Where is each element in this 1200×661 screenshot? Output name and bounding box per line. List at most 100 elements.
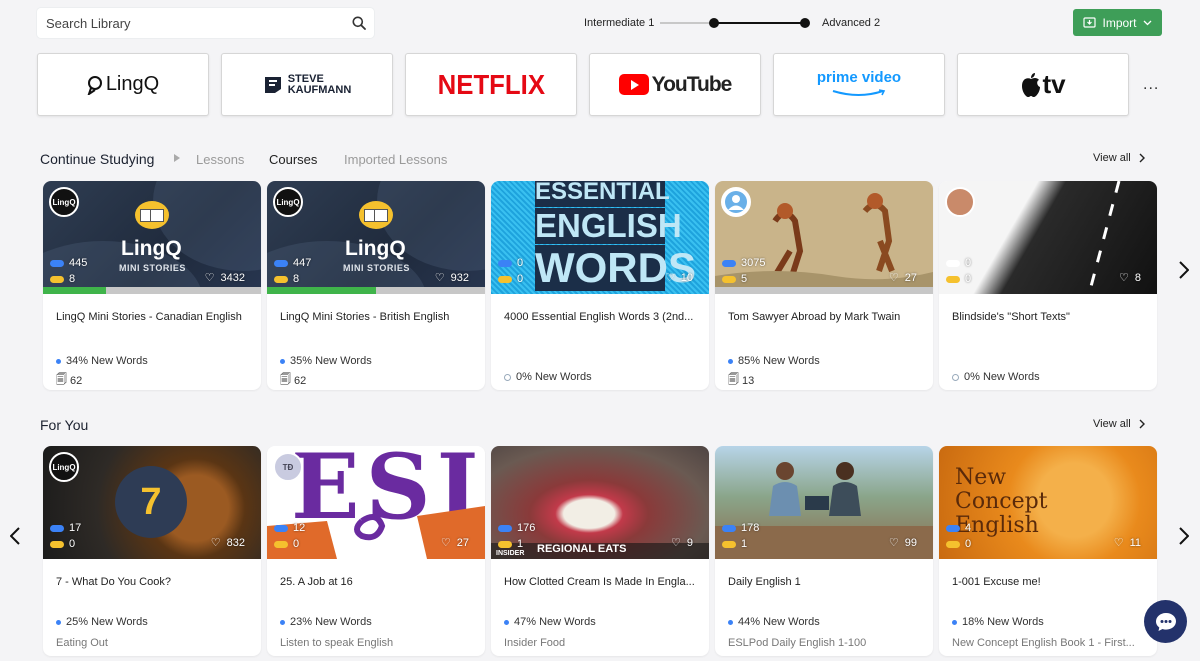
course-card[interactable]: 3075 5 ♡ 27 Tom Sawyer Abroad by Mark Twa… — [715, 181, 933, 390]
import-button[interactable]: Import — [1073, 9, 1162, 36]
course-collection[interactable]: ESLPod Daily English 1-100 — [728, 637, 918, 649]
new-words-dot-icon — [952, 619, 957, 625]
course-progress-bar — [715, 287, 933, 294]
course-title[interactable]: Blindside's "Short Texts" — [952, 311, 1147, 323]
course-card[interactable]: ESSENTIAL ENGLISH WORDS 0 0 ♡ 10 4000 Ess… — [491, 181, 709, 390]
heart-icon[interactable]: ♡ — [211, 536, 221, 549]
import-label: Import — [1102, 15, 1137, 30]
tab-courses[interactable]: Courses — [269, 152, 317, 167]
lingq-logo-text: LingQ — [121, 237, 182, 260]
course-collection[interactable]: Insider Food — [504, 637, 694, 649]
course-card[interactable]: New Concept English 4 0 ♡ 11 1-001 Excuse… — [939, 446, 1157, 656]
course-progress-fill — [43, 287, 107, 294]
course-card[interactable]: 7 LingQ 17 0 ♡ 832 7 - What Do You Cook? … — [43, 446, 261, 656]
course-title[interactable]: 7 - What Do You Cook? — [56, 576, 251, 588]
new-words-dot-icon — [280, 358, 285, 364]
course-thumbnail: 0 0 ♡ 8 — [939, 181, 1157, 294]
provider-lingq[interactable]: LingQ — [37, 53, 209, 116]
course-card[interactable]: ESL TĐ 12 0 ♡ 27 25. A Job at 16 23% New … — [267, 446, 485, 656]
continue-next-button[interactable] — [1174, 255, 1194, 285]
chevron-left-icon — [10, 527, 20, 545]
level-range-slider[interactable]: Intermediate 1 Advanced 2 — [584, 13, 884, 33]
course-card[interactable]: 0 0 ♡ 8 Blindside's "Short Texts" 0% New … — [939, 181, 1157, 390]
course-title[interactable]: Daily English 1 — [728, 576, 923, 588]
level-from-handle[interactable] — [709, 18, 719, 28]
book-icon — [359, 201, 393, 229]
heart-icon[interactable]: ♡ — [889, 271, 899, 284]
provider-apple-tv[interactable]: tv — [957, 53, 1129, 116]
heart-icon[interactable]: ♡ — [435, 271, 445, 284]
tab-imported-lessons[interactable]: Imported Lessons — [344, 152, 447, 167]
lingqs-icon — [50, 540, 64, 548]
for-you-next-button[interactable] — [1174, 521, 1194, 551]
known-words-icon — [946, 524, 960, 532]
course-collection[interactable]: New Concept English Book 1 - First... — [952, 637, 1142, 649]
known-words-icon — [722, 524, 736, 532]
chat-button[interactable] — [1144, 600, 1187, 643]
course-collection[interactable]: Eating Out — [56, 637, 246, 649]
provider-steve-kaufmann[interactable]: STEVE KAUFMANN — [221, 53, 393, 116]
more-providers-icon[interactable]: ... — [1143, 76, 1159, 94]
heart-icon[interactable]: ♡ — [1119, 271, 1129, 284]
course-card[interactable]: 178 1 ♡ 99 Daily English 1 44% New Words … — [715, 446, 933, 656]
view-all-for-you-link[interactable]: View all — [1093, 418, 1145, 430]
continue-studying-title: Continue Studying — [40, 151, 155, 167]
tab-lessons[interactable]: Lessons — [196, 152, 244, 167]
lingq-avatar: LingQ — [49, 452, 79, 482]
course-title[interactable]: LingQ Mini Stories - British English — [280, 311, 475, 323]
course-thumbnail: 3075 5 ♡ 27 — [715, 181, 933, 294]
apple-tv-logo: tv — [1020, 69, 1066, 100]
heart-icon[interactable]: ♡ — [441, 536, 451, 549]
course-title[interactable]: LingQ Mini Stories - Canadian English — [56, 311, 251, 323]
course-card[interactable]: REGIONAL EATS INSIDER 176 1 ♡ 9 How Clott… — [491, 446, 709, 656]
heart-icon[interactable]: ♡ — [665, 271, 675, 284]
level-to-handle[interactable] — [800, 18, 810, 28]
heart-icon[interactable]: ♡ — [205, 271, 215, 284]
heart-icon[interactable]: ♡ — [1114, 536, 1124, 549]
for-you-title: For You — [40, 417, 89, 433]
heart-icon[interactable]: ♡ — [889, 536, 899, 549]
level-to-label: Advanced 2 — [822, 17, 881, 29]
new-words-ring-icon — [504, 373, 511, 381]
known-words-icon — [498, 524, 512, 532]
view-all-continue-link[interactable]: View all — [1093, 152, 1145, 164]
course-card[interactable]: LingQ LingQ MINI STORIES 447 8 ♡ 932 Ling… — [267, 181, 485, 390]
provider-netflix[interactable]: NETFLIX — [405, 53, 577, 116]
course-thumbnail: ESSENTIAL ENGLISH WORDS 0 0 ♡ 10 — [491, 181, 709, 294]
for-you-prev-button[interactable] — [5, 521, 25, 551]
course-title[interactable]: How Clotted Cream Is Made In Engla... — [504, 576, 699, 588]
course-thumbnail: 7 LingQ 17 0 ♡ 832 — [43, 446, 261, 559]
course-title[interactable]: 4000 Essential English Words 3 (2nd... — [504, 311, 699, 323]
search-input[interactable] — [37, 8, 344, 38]
known-words-icon — [498, 259, 512, 267]
known-words-icon — [722, 259, 736, 267]
search-icon[interactable] — [344, 8, 374, 38]
mini-stories-text: MINI STORIES — [119, 263, 186, 273]
level-fill — [714, 22, 805, 24]
course-collection[interactable]: Listen to speak English — [280, 637, 470, 649]
course-card[interactable]: LingQ LingQ MINI STORIES 445 8 ♡ 3432 Lin… — [43, 181, 261, 390]
chevron-down-icon — [1143, 20, 1151, 25]
course-title[interactable]: 25. A Job at 16 — [280, 576, 475, 588]
known-words-icon — [50, 524, 64, 532]
lingqs-icon — [722, 275, 736, 283]
provider-prime-video[interactable]: prime video — [773, 53, 945, 116]
provider-youtube[interactable]: YouTube — [589, 53, 761, 116]
youtube-logo: YouTube — [618, 73, 732, 97]
chevron-right-icon — [1179, 261, 1189, 279]
lingqs-icon — [722, 540, 736, 548]
search-bar[interactable] — [37, 8, 374, 38]
user-avatar — [721, 187, 751, 217]
known-words-icon — [274, 524, 288, 532]
lingqs-icon — [274, 540, 288, 548]
course-title[interactable]: 1-001 Excuse me! — [952, 576, 1147, 588]
mini-stories-text: MINI STORIES — [343, 263, 410, 273]
user-avatar: TĐ — [273, 452, 303, 482]
new-words-ring-icon — [952, 373, 959, 381]
heart-icon[interactable]: ♡ — [671, 536, 681, 549]
new-words-dot-icon — [504, 619, 509, 625]
lingqs-icon — [498, 540, 512, 548]
lessons-icon: 🗐 — [56, 374, 67, 386]
course-title[interactable]: Tom Sawyer Abroad by Mark Twain — [728, 311, 923, 323]
import-icon — [1083, 17, 1097, 28]
